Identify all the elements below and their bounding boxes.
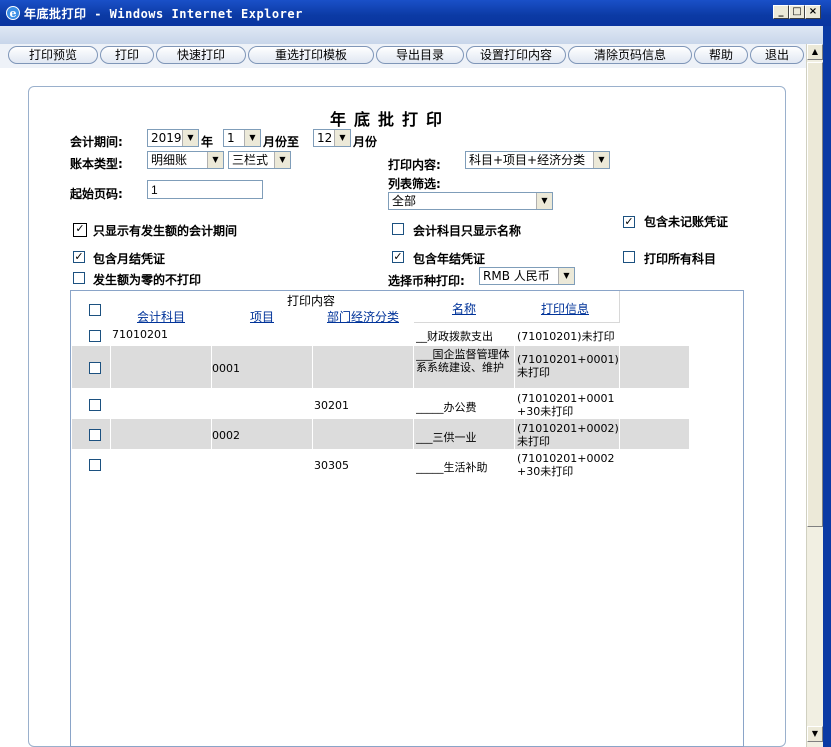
chevron-down-icon: ▼ [558, 268, 574, 284]
only-active-periods-checkbox[interactable]: ✓ [73, 223, 87, 237]
subject-name-only-label: 会计科目只显示名称 [413, 224, 522, 238]
book-type-value: 明细账 [151, 153, 188, 167]
set-print-content-button[interactable]: 设置打印内容 [466, 46, 566, 64]
currency-value: RMB 人民币 [483, 269, 550, 283]
row-checkbox[interactable] [89, 459, 101, 471]
chevron-down-icon: ▼ [334, 130, 350, 146]
include-monthly-close-label: 包含月结凭证 [93, 252, 166, 266]
month-unit-label: 月份 [353, 135, 378, 149]
scroll-down-icon[interactable]: ▼ [807, 726, 823, 742]
print-preview-button[interactable]: 打印预览 [8, 46, 98, 64]
include-unposted-label: 包含未记账凭证 [644, 215, 729, 229]
subject-name-only-checkbox[interactable] [392, 223, 404, 235]
period-year-value: 2019 [151, 131, 182, 145]
print-content-value: 科目+项目+经济分类 [469, 153, 586, 167]
minimize-button[interactable]: _ [773, 5, 789, 19]
quick-print-button[interactable]: 快速打印 [156, 46, 246, 64]
skip-zero-label: 发生额为零的不打印 [93, 273, 202, 287]
chevron-down-icon: ▼ [244, 130, 260, 146]
chevron-down-icon: ▼ [536, 193, 552, 209]
window-border [823, 26, 831, 747]
book-type-select[interactable]: 明细账 ▼ [147, 151, 224, 169]
year-unit-label: 年 [201, 135, 214, 149]
close-button[interactable]: × [805, 5, 821, 19]
row-checkbox[interactable] [89, 429, 101, 441]
check-icon: ✓ [75, 222, 85, 235]
chevron-down-icon: ▼ [182, 130, 198, 146]
period-label: 会计期间: [70, 135, 123, 149]
book-type-label: 账本类型: [70, 157, 123, 171]
row-name: ___三供一业 [416, 431, 477, 444]
currency-select[interactable]: RMB 人民币 ▼ [479, 267, 575, 285]
data-grid: 打印内容 会计科目 项目 部门经济分类 名称 打印信息 71010201 __财… [70, 290, 744, 747]
list-filter-label: 列表筛选: [388, 177, 441, 191]
row-print-info: (71010201+0001+30未打印 [517, 392, 615, 418]
book-format-value: 三栏式 [232, 153, 269, 167]
row-checkbox[interactable] [89, 362, 101, 374]
chevron-down-icon: ▼ [207, 152, 223, 168]
row-dept: 30305 [314, 459, 349, 472]
check-icon: ✓ [393, 250, 403, 263]
export-directory-button[interactable]: 导出目录 [376, 46, 464, 64]
check-icon: ✓ [74, 250, 84, 263]
list-filter-select[interactable]: 全部 ▼ [388, 192, 553, 210]
list-filter-value: 全部 [392, 194, 417, 208]
print-button[interactable]: 打印 [100, 46, 154, 64]
reselect-template-button[interactable]: 重选打印模板 [248, 46, 374, 64]
book-format-select[interactable]: 三栏式 ▼ [228, 151, 291, 169]
row-subject: 71010201 [112, 328, 168, 341]
print-all-subjects-label: 打印所有科目 [644, 252, 717, 266]
row-name: _____生活补助 [416, 461, 488, 474]
row-name: __财政拨款支出 [416, 330, 493, 343]
help-button[interactable]: 帮助 [694, 46, 748, 64]
row-name: ___国企监督管理体系系统建设、维护 [416, 348, 510, 374]
chrome-strip [0, 26, 831, 45]
scroll-up-icon[interactable]: ▲ [807, 44, 823, 60]
exit-button[interactable]: 退出 [750, 46, 804, 64]
window-title: 年底批打印 - Windows Internet Explorer [24, 7, 303, 21]
row-dept: 30201 [314, 399, 349, 412]
row-project: 0001 [212, 362, 240, 375]
chevron-down-icon: ▼ [274, 152, 290, 168]
include-yearly-close-checkbox[interactable]: ✓ [392, 251, 404, 263]
vertical-scrollbar[interactable]: ▲ ▼ [806, 44, 823, 747]
period-from-select[interactable]: 1 ▼ [223, 129, 261, 147]
period-to-select[interactable]: 12 ▼ [313, 129, 351, 147]
row-project: 0002 [212, 429, 240, 442]
row-checkbox[interactable] [89, 330, 101, 342]
start-page-input[interactable] [147, 180, 263, 199]
clear-page-info-button[interactable]: 清除页码信息 [568, 46, 692, 64]
svg-text:e: e [10, 7, 17, 20]
scroll-thumb[interactable] [807, 62, 823, 527]
print-content-label: 打印内容: [388, 158, 441, 172]
row-print-info: (71010201)未打印 [517, 330, 615, 343]
print-all-subjects-checkbox[interactable] [623, 251, 635, 263]
row-print-info: (71010201+0001)未打印 [517, 353, 619, 379]
month-to-label: 月份至 [263, 135, 300, 149]
start-page-label: 起始页码: [70, 187, 123, 201]
row-print-info: (71010201+0002)未打印 [517, 422, 619, 448]
currency-label: 选择币种打印: [388, 274, 465, 288]
chevron-down-icon: ▼ [593, 152, 609, 168]
print-content-select[interactable]: 科目+项目+经济分类 ▼ [465, 151, 610, 169]
include-monthly-close-checkbox[interactable]: ✓ [73, 251, 85, 263]
skip-zero-checkbox[interactable] [73, 272, 85, 284]
only-active-periods-label: 只显示有发生额的会计期间 [93, 224, 238, 238]
include-yearly-close-label: 包含年结凭证 [413, 252, 486, 266]
period-year-select[interactable]: 2019 ▼ [147, 129, 199, 147]
ie-icon: e [6, 6, 20, 20]
maximize-button[interactable]: □ [789, 5, 805, 19]
row-name: _____办公费 [416, 401, 477, 414]
row-checkbox[interactable] [89, 399, 101, 411]
row-print-info: (71010201+0002+30未打印 [517, 452, 615, 478]
window-titlebar: e 年底批打印 - Windows Internet Explorer _ □ … [0, 0, 831, 26]
period-to-value: 12 [317, 131, 333, 145]
period-from-value: 1 [227, 131, 235, 145]
page-title: 年底批打印 [330, 110, 451, 129]
